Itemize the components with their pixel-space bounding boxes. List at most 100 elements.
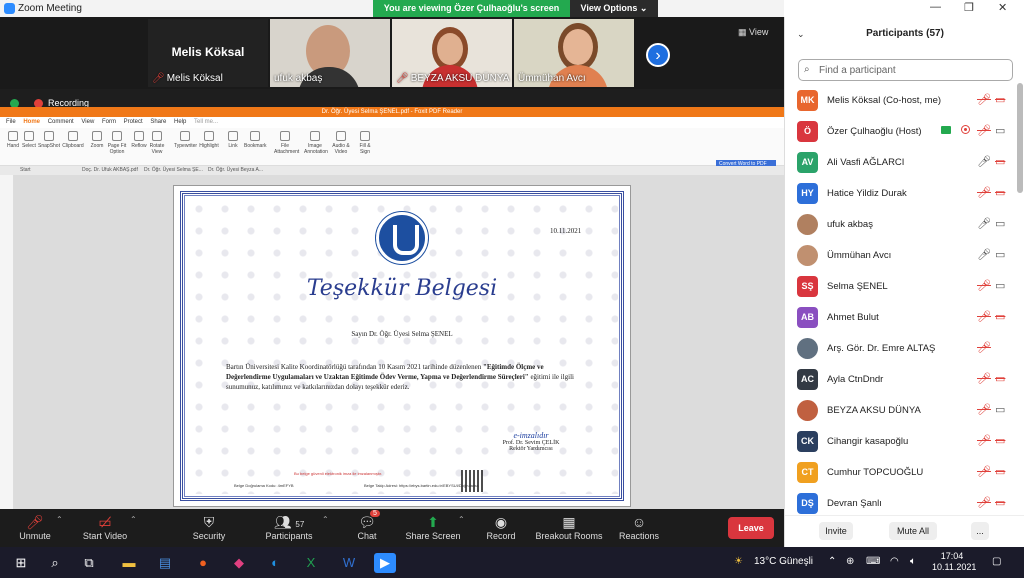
video-tile[interactable]: Ümmühan Avcı [514, 19, 634, 87]
participant-row[interactable]: Arş. Gör. Dr. Emre ALTAŞ 🎤︎ [785, 333, 1017, 364]
video-tile[interactable]: 🎤︎ BEYZA AKSU DÜNYA [392, 19, 512, 87]
avatar: SŞ [797, 276, 818, 297]
more-button[interactable]: ... [971, 522, 989, 540]
tool-bookmark[interactable]: Bookmark [244, 131, 267, 149]
search-icon[interactable]: ⌕ [44, 553, 66, 573]
tool-image-annotation[interactable]: Image Annotation [304, 131, 328, 155]
avatar: AB [797, 307, 818, 328]
participant-row[interactable]: CK Cihangir kasapoğlu 🎤︎ ▭ [785, 426, 1017, 457]
video-options-caret[interactable]: ⌃ [130, 515, 137, 524]
clock[interactable]: 17:04 10.11.2021 [932, 551, 976, 573]
edge-icon[interactable]: ◐ [264, 553, 286, 573]
minimize-button[interactable]: — [930, 1, 941, 13]
avatar [797, 338, 818, 359]
chat-button[interactable]: 💬︎ Chat [332, 513, 402, 541]
tray-chevron-icon[interactable]: ⌃ [828, 556, 836, 567]
tool-clipboard[interactable]: Clipboard [62, 131, 84, 149]
doc-tab[interactable]: Doç. Dr. Ufuk AKBAŞ.pdf [82, 167, 138, 173]
foxit-doc-tabs: Start Doç. Dr. Ufuk AKBAŞ.pdf Dr. Öğr. Ü… [0, 166, 784, 175]
participant-row[interactable]: Ö Özer Çulhaoğlu (Host) 🎤︎ ▭ [785, 116, 1017, 147]
tool-link[interactable]: Link [222, 131, 244, 149]
record-button[interactable]: ◉ Record [466, 513, 536, 541]
network-icon[interactable]: ⊕ [846, 556, 854, 567]
participant-row[interactable]: Ümmühan Avcı 🎤︎ ▭ [785, 240, 1017, 271]
video-tile[interactable]: Melis Köksal 🎤︎ Melis Köksal [148, 19, 268, 87]
view-label: View [749, 27, 769, 37]
tool-fill-sign[interactable]: Fill & Sign [354, 131, 376, 155]
wifi-icon[interactable]: ◠ [890, 556, 899, 567]
menu-comment[interactable]: Comment [48, 119, 74, 125]
avatar: MK [797, 90, 818, 111]
view-button[interactable]: ▦ View [738, 27, 768, 38]
participant-name: Devran Şanlı [827, 498, 882, 509]
tool-select[interactable]: Select [18, 131, 40, 149]
weather-icon: ☀ [734, 556, 743, 567]
tile-name: BEYZA AKSU DÜNYA [410, 73, 510, 84]
file-explorer-icon[interactable]: ▬ [118, 553, 140, 573]
tool-audio-video[interactable]: Audio & Video [330, 131, 352, 155]
breakout-rooms-button[interactable]: ▦ Breakout Rooms [534, 513, 604, 541]
tool-file-attachment[interactable]: File Attachment [274, 131, 299, 155]
tool-rotate[interactable]: Rotate View [146, 131, 168, 155]
doc-tab[interactable]: Dr. Öğr. Üyesi Beyza A... [208, 167, 263, 173]
close-button[interactable]: ✕ [998, 1, 1007, 14]
tool-typewriter[interactable]: Typewriter [174, 131, 197, 149]
task-view-icon[interactable]: ⧉ [78, 553, 100, 573]
participant-search-input[interactable]: ⌕ Find a participant [798, 59, 1013, 81]
people-icon: 👥︎ 57 [273, 514, 305, 530]
zoom-taskbar-icon[interactable]: ▶ [374, 553, 396, 573]
doc-tab[interactable]: Dr. Öğr. Üyesi Selma ŞE... [144, 167, 203, 173]
menu-tell-me[interactable]: Tell me... [194, 119, 218, 125]
store-icon[interactable]: ▤ [154, 553, 176, 573]
participant-row[interactable]: HY Hatice Yildiz Durak 🎤︎ ▭ [785, 178, 1017, 209]
record-icon: ◉ [494, 514, 508, 530]
next-page-button[interactable]: › [646, 43, 670, 67]
signature: e-imzalıdır [513, 431, 549, 440]
menu-view[interactable]: View [81, 119, 94, 125]
share-caret[interactable]: ⌃ [458, 515, 465, 524]
participants-button[interactable]: 👥︎ 57 Participants [254, 513, 324, 541]
tool-highlight[interactable]: Highlight [198, 131, 220, 149]
participant-row[interactable]: CT Cumhur TOPCUOĞLU 🎤︎ ▭ [785, 457, 1017, 488]
notifications-icon[interactable]: ▢ [992, 556, 1001, 567]
menu-home[interactable]: Home [23, 119, 40, 125]
security-button[interactable]: ⛨ Security [174, 513, 244, 541]
participant-row[interactable]: AC Ayla CtnDndr 🎤︎ ▭ [785, 364, 1017, 395]
leave-button[interactable]: Leave [728, 517, 774, 539]
view-options-button[interactable]: View Options ⌄ [570, 0, 658, 17]
tool-page-fit[interactable]: Page Fit Option [106, 131, 128, 155]
menu-form[interactable]: Form [102, 119, 116, 125]
audio-options-caret[interactable]: ⌃ [56, 515, 63, 524]
participant-row[interactable]: BEYZA AKSU DÜNYA 🎤︎ ▭ [785, 395, 1017, 426]
participant-row[interactable]: SŞ Selma ŞENEL 🎤︎ ▭ [785, 271, 1017, 302]
participant-row[interactable]: AB Ahmet Bulut 🎤︎ ▭ [785, 302, 1017, 333]
app-icon[interactable]: ◆ [228, 553, 250, 573]
mic-muted-icon: 🎤︎ [977, 280, 991, 292]
maximize-button[interactable]: ❐ [964, 1, 974, 14]
tool-snapshot[interactable]: SnapShot [38, 131, 60, 149]
windows-start-icon[interactable]: ⊞ [10, 553, 32, 573]
language-icon[interactable]: ⌨ [866, 556, 880, 567]
volume-icon[interactable]: 🔈︎ [910, 556, 916, 567]
weather-text[interactable]: 13°C Güneşli [754, 556, 813, 567]
mute-all-button[interactable]: Mute All [889, 522, 937, 540]
word-icon[interactable]: W [338, 553, 360, 573]
video-tile[interactable]: ufuk akbaş [270, 19, 390, 87]
menu-help[interactable]: Help [174, 119, 186, 125]
participant-row[interactable]: AV Ali Vasfi AĞLARCI 🎤︎ ▭ [785, 147, 1017, 178]
menu-file[interactable]: File [6, 119, 16, 125]
participant-name: Ali Vasfi AĞLARCI [827, 157, 905, 168]
panel-scrollbar[interactable] [1017, 83, 1023, 193]
participant-row[interactable]: ufuk akbaş 🎤︎ ▭ [785, 209, 1017, 240]
firefox-icon[interactable]: ● [192, 553, 214, 573]
participant-row[interactable]: MK Melis Köksal (Co-host, me) 🎤︎ ▭ [785, 85, 1017, 116]
tool-zoom[interactable]: Zoom [86, 131, 108, 149]
menu-protect[interactable]: Protect [124, 119, 143, 125]
invite-button[interactable]: Invite [819, 522, 853, 540]
excel-icon[interactable]: X [300, 553, 322, 573]
reactions-button[interactable]: ☺ Reactions [604, 513, 674, 541]
menu-share[interactable]: Share [150, 119, 166, 125]
participants-caret[interactable]: ⌃ [322, 515, 329, 524]
participant-face [437, 33, 463, 65]
doc-tab[interactable]: Start [20, 167, 31, 173]
